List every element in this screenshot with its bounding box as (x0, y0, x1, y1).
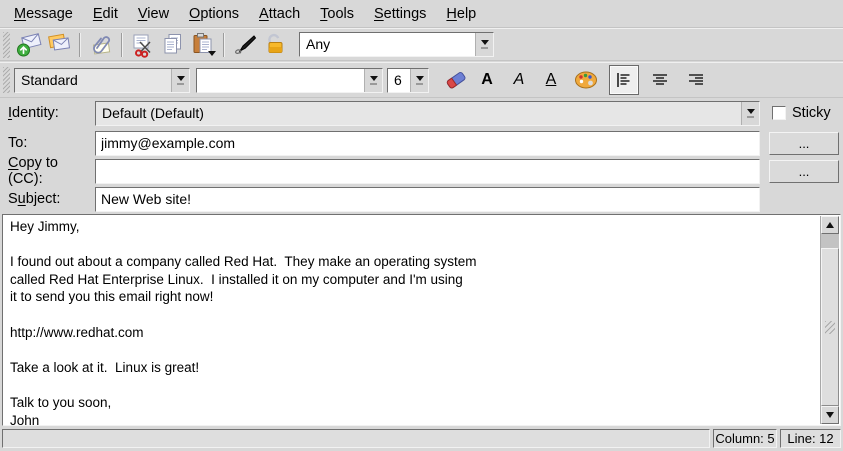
align-left-icon (614, 70, 634, 90)
cut-button[interactable] (128, 31, 158, 59)
menu-tools[interactable]: Tools (310, 2, 364, 26)
subject-input[interactable] (95, 187, 760, 212)
cc-row: Copy to (CC): ... (0, 158, 843, 184)
sticky-checkbox[interactable] (772, 106, 786, 120)
to-row: To: ... (0, 130, 843, 156)
arrow-up-icon (826, 222, 834, 228)
remove-format-button[interactable] (441, 66, 471, 94)
menu-view[interactable]: View (128, 2, 179, 26)
queue-mail-icon (46, 31, 73, 58)
status-column-indicator: Column: 5 (713, 429, 777, 448)
paragraph-style-combobox[interactable]: Standard (14, 68, 190, 93)
underline-button[interactable]: A (535, 71, 567, 89)
paragraph-style-dropdown-button[interactable] (171, 69, 189, 92)
menu-bar: Message Edit View Options Attach Tools S… (0, 0, 843, 28)
subject-row: Subject: (0, 186, 843, 212)
menu-settings[interactable]: Settings (364, 2, 436, 26)
toolbar-separator (79, 33, 81, 57)
chevron-down-icon (177, 76, 185, 81)
scroll-up-button[interactable] (821, 216, 839, 234)
menu-attach[interactable]: Attach (249, 2, 310, 26)
menu-help[interactable]: Help (436, 2, 486, 26)
align-right-icon (686, 70, 706, 90)
menu-message[interactable]: Message (4, 2, 83, 26)
font-size-value: 6 (388, 69, 410, 92)
identity-dropdown-button[interactable] (741, 102, 759, 125)
encrypt-message-button[interactable] (260, 31, 290, 59)
encrypt-message-icon (262, 31, 289, 58)
crypto-format-dropdown-button[interactable] (475, 33, 493, 56)
cc-label: Copy to (CC): (0, 155, 95, 187)
paste-button[interactable] (188, 31, 218, 59)
chevron-down-icon (370, 76, 378, 81)
identity-row: Identity: Default (Default) Sticky (0, 100, 843, 126)
copy-icon (160, 31, 187, 58)
queue-mail-button[interactable] (44, 31, 74, 59)
chevron-down-icon (747, 109, 755, 114)
paste-dropdown-arrow-icon[interactable] (208, 51, 216, 56)
font-size-dropdown-button[interactable] (410, 69, 428, 92)
arrow-down-icon (826, 412, 834, 418)
editor-scrollbar[interactable] (820, 216, 839, 424)
subject-label: Subject: (0, 191, 95, 207)
identity-combobox[interactable]: Default (Default) (95, 101, 760, 126)
main-toolbar: Any (0, 28, 843, 61)
sticky-label: Sticky (792, 105, 831, 121)
text-color-button[interactable] (571, 66, 601, 94)
to-address-browse-button[interactable]: ... (769, 132, 839, 155)
format-toolbar: Standard 6 A A A (0, 62, 843, 98)
cut-icon (130, 31, 157, 58)
sign-message-icon (232, 31, 259, 58)
paragraph-style-value: Standard (15, 69, 171, 92)
to-input[interactable] (95, 131, 760, 156)
send-mail-button[interactable] (14, 31, 44, 59)
align-center-icon (650, 70, 670, 90)
cc-input[interactable] (95, 159, 760, 184)
font-family-dropdown-button[interactable] (364, 69, 382, 92)
send-mail-icon (16, 31, 43, 58)
attach-file-button[interactable] (86, 31, 116, 59)
align-right-button[interactable] (681, 65, 711, 95)
align-center-button[interactable] (645, 65, 675, 95)
sticky-option: Sticky (772, 105, 831, 121)
message-body-editor[interactable]: Hey Jimmy, I found out about a company c… (2, 214, 841, 426)
align-left-button[interactable] (609, 65, 639, 95)
bold-button[interactable]: A (471, 71, 503, 89)
menu-options[interactable]: Options (179, 2, 249, 26)
toolbar-drag-handle[interactable] (3, 67, 10, 93)
chevron-down-icon (481, 40, 489, 45)
status-bar: Column: 5 Line: 12 (0, 427, 843, 451)
copy-button[interactable] (158, 31, 188, 59)
toolbar-separator (121, 33, 123, 57)
identity-label: Identity: (0, 105, 95, 121)
message-body-text[interactable]: Hey Jimmy, I found out about a company c… (3, 215, 820, 425)
menu-edit[interactable]: Edit (83, 2, 128, 26)
italic-button[interactable]: A (503, 71, 535, 89)
identity-value: Default (Default) (96, 102, 741, 125)
scroll-down-button[interactable] (821, 406, 839, 424)
crypto-format-value: Any (300, 33, 475, 56)
scrollbar-thumb[interactable] (821, 248, 839, 406)
attach-file-icon (88, 31, 115, 58)
status-line-indicator: Line: 12 (780, 429, 841, 448)
sign-message-button[interactable] (230, 31, 260, 59)
to-label: To: (0, 135, 95, 151)
toolbar-drag-handle[interactable] (3, 32, 10, 58)
font-size-combobox[interactable]: 6 (387, 68, 429, 93)
status-message-panel (2, 429, 710, 448)
font-family-value (197, 69, 364, 92)
font-family-combobox[interactable] (196, 68, 383, 93)
text-color-palette-icon (572, 66, 600, 94)
scrollbar-grip-icon (825, 321, 835, 334)
toolbar-separator (223, 33, 225, 57)
remove-format-eraser-icon (442, 66, 470, 94)
crypto-format-combobox[interactable]: Any (299, 32, 494, 57)
chevron-down-icon (416, 76, 424, 81)
cc-address-browse-button[interactable]: ... (769, 160, 839, 183)
mail-composer-window: { "menu": { "items": [ {"accel": "M", "r… (0, 0, 843, 451)
